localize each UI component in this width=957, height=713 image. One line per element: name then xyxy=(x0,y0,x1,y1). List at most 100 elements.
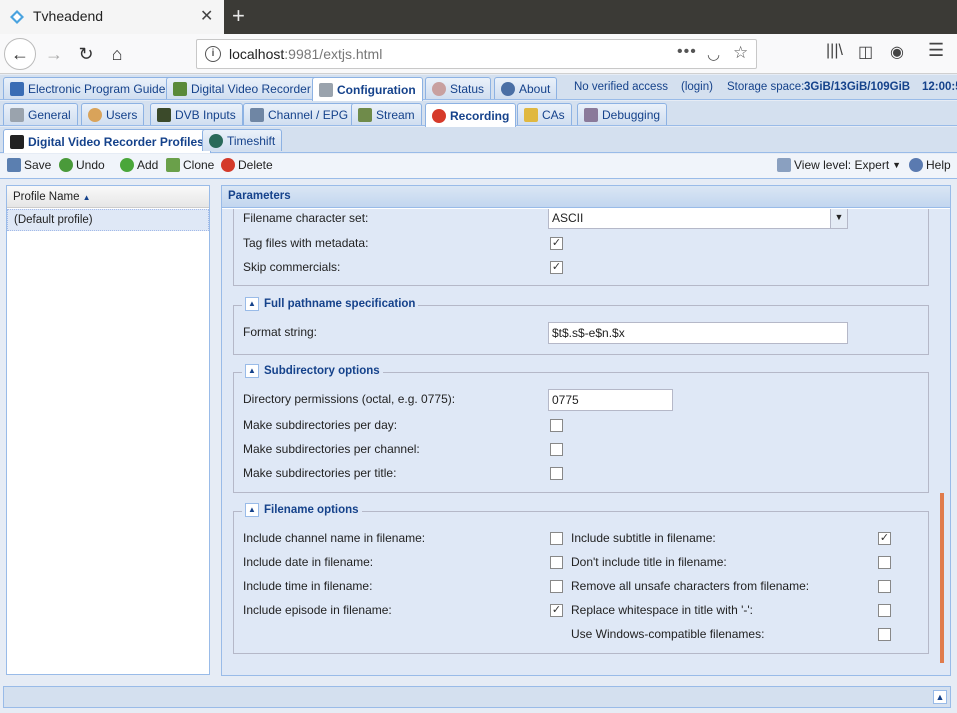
tab-status[interactable]: Status xyxy=(425,77,492,99)
subdir-legend-text: Subdirectory options xyxy=(264,365,380,377)
login-link[interactable]: (login) xyxy=(681,81,713,93)
include-subtitle-checkbox[interactable]: ✓ xyxy=(878,532,891,545)
clone-label: Clone xyxy=(183,158,215,172)
skip-commercials-checkbox[interactable]: ✓ xyxy=(550,261,563,274)
tab-channel-epg-label: Channel / EPG xyxy=(268,107,349,122)
collapse-icon[interactable]: ▲ xyxy=(245,503,259,517)
pocket-icon[interactable]: ◡ xyxy=(707,45,720,63)
help-icon xyxy=(909,158,923,172)
page-actions-icon[interactable]: ••• xyxy=(677,43,697,61)
subdir-per-channel-checkbox[interactable] xyxy=(550,443,563,456)
tab-users-label: Users xyxy=(106,107,138,122)
clock-icon xyxy=(209,133,223,148)
delete-button[interactable]: Delete xyxy=(221,158,273,172)
back-icon[interactable]: ← xyxy=(4,38,36,70)
subdir-per-title-checkbox[interactable] xyxy=(550,467,563,480)
windows-compat-checkbox[interactable] xyxy=(878,628,891,641)
charset-value: ASCII xyxy=(552,211,584,225)
tab-recording[interactable]: Recording xyxy=(425,103,517,127)
include-date-checkbox[interactable] xyxy=(550,556,563,569)
tab-timeshift-label: Timeshift xyxy=(227,133,276,148)
help-label: Help xyxy=(926,158,951,172)
tab-dvr[interactable]: Digital Video Recorder xyxy=(166,77,318,99)
collapse-icon[interactable]: ▲ xyxy=(245,297,259,311)
tab-debugging[interactable]: Debugging xyxy=(577,103,668,125)
include-time-checkbox[interactable] xyxy=(550,580,563,593)
browser-tab[interactable]: Tvheadend ✕ xyxy=(0,0,224,34)
bookmark-star-icon[interactable]: ☆ xyxy=(733,43,748,63)
reload-icon[interactable]: ↻ xyxy=(72,41,100,67)
help-button[interactable]: Help xyxy=(909,158,951,172)
collapse-icon[interactable]: ▲ xyxy=(245,364,259,378)
table-row[interactable]: (Default profile) xyxy=(7,209,209,231)
url-text: localhost:9981/extjs.html xyxy=(229,46,382,62)
tab-dvb-inputs[interactable]: DVB Inputs xyxy=(150,103,243,125)
sidebar-icon[interactable]: ◫ xyxy=(858,42,873,62)
expand-up-icon[interactable]: ▲ xyxy=(933,690,947,704)
charset-label: Filename character set: xyxy=(243,211,369,225)
url-host: localhost xyxy=(229,46,285,62)
stream-icon xyxy=(358,107,372,122)
windows-compat-label: Use Windows-compatible filenames: xyxy=(571,627,765,641)
status-bar: ▲ xyxy=(3,686,951,708)
close-tab-icon[interactable]: ✕ xyxy=(200,6,213,26)
add-button[interactable]: Add xyxy=(120,158,158,172)
tab-debugging-label: Debugging xyxy=(602,107,661,122)
tab-users[interactable]: Users xyxy=(81,103,145,125)
tab-cas[interactable]: CAs xyxy=(517,103,572,125)
tab-channel-epg[interactable]: Channel / EPG xyxy=(243,103,356,125)
menu-icon[interactable]: ☰ xyxy=(928,40,944,61)
undo-icon xyxy=(59,158,73,172)
include-episode-checkbox[interactable]: ✓ xyxy=(550,604,563,617)
debug-icon xyxy=(584,107,598,122)
tab-about[interactable]: About xyxy=(494,77,558,99)
epg-icon xyxy=(10,81,24,96)
include-episode-label: Include episode in filename: xyxy=(243,603,392,617)
config-tab-row: General Users DVB Inputs Channel / EPG S… xyxy=(0,101,957,127)
tab-status-label: Status xyxy=(450,81,485,96)
users-icon xyxy=(88,107,102,122)
delete-icon xyxy=(221,158,235,172)
forward-icon[interactable]: → xyxy=(40,41,68,67)
clone-button[interactable]: Clone xyxy=(166,158,214,172)
new-tab-icon[interactable]: + xyxy=(232,3,245,29)
replace-whitespace-checkbox[interactable] xyxy=(878,604,891,617)
format-string-input[interactable]: $t$.s$-e$n.$x xyxy=(548,322,848,344)
site-info-icon[interactable]: i xyxy=(205,46,221,62)
tab-recording-label: Recording xyxy=(450,108,510,123)
dir-permissions-input[interactable]: 0775 xyxy=(548,389,673,411)
add-icon xyxy=(120,158,134,172)
scrollbar[interactable] xyxy=(940,493,944,663)
tag-files-checkbox[interactable]: ✓ xyxy=(550,237,563,250)
tv-icon xyxy=(250,107,264,122)
tab-dvr-profiles[interactable]: Digital Video Recorder Profiles xyxy=(3,129,211,153)
key-icon xyxy=(524,107,538,122)
include-date-label: Include date in filename: xyxy=(243,555,374,569)
no-title-checkbox[interactable] xyxy=(878,556,891,569)
tab-epg[interactable]: Electronic Program Guide xyxy=(3,77,173,99)
subdir-per-day-checkbox[interactable] xyxy=(550,419,563,432)
account-icon[interactable]: ◉ xyxy=(890,42,904,62)
tab-timeshift[interactable]: Timeshift xyxy=(202,129,283,151)
charset-select[interactable]: ASCII xyxy=(548,209,848,229)
tab-configuration[interactable]: Configuration xyxy=(312,77,423,101)
charset-dropdown-icon[interactable]: ▼ xyxy=(830,209,847,228)
save-button[interactable]: Save xyxy=(7,158,51,172)
remove-unsafe-checkbox[interactable] xyxy=(878,580,891,593)
undo-button[interactable]: Undo xyxy=(59,158,105,172)
include-channel-checkbox[interactable] xyxy=(550,532,563,545)
tab-stream[interactable]: Stream xyxy=(351,103,422,125)
filename-legend-text: Filename options xyxy=(264,504,359,516)
parameters-panel: Parameters Filename character set: ASCII… xyxy=(221,185,951,676)
tvheadend-favicon-icon xyxy=(10,10,24,24)
profile-name-header[interactable]: Profile Name ▲ xyxy=(7,186,209,208)
full-path-legend: ▲ Full pathname specification xyxy=(242,297,419,311)
chevron-down-icon: ▼ xyxy=(892,160,902,170)
view-level-button[interactable]: View level: Expert ▼ xyxy=(777,158,901,172)
home-icon[interactable]: ⌂ xyxy=(103,41,131,67)
library-icon[interactable]: |||\ xyxy=(826,42,843,60)
url-bar[interactable]: i localhost:9981/extjs.html ••• ◡ ☆ xyxy=(196,39,757,69)
browser-navbar: ← → ↻ ⌂ i localhost:9981/extjs.html ••• … xyxy=(0,34,957,74)
tab-general[interactable]: General xyxy=(3,103,78,125)
rec-icon xyxy=(432,108,446,123)
